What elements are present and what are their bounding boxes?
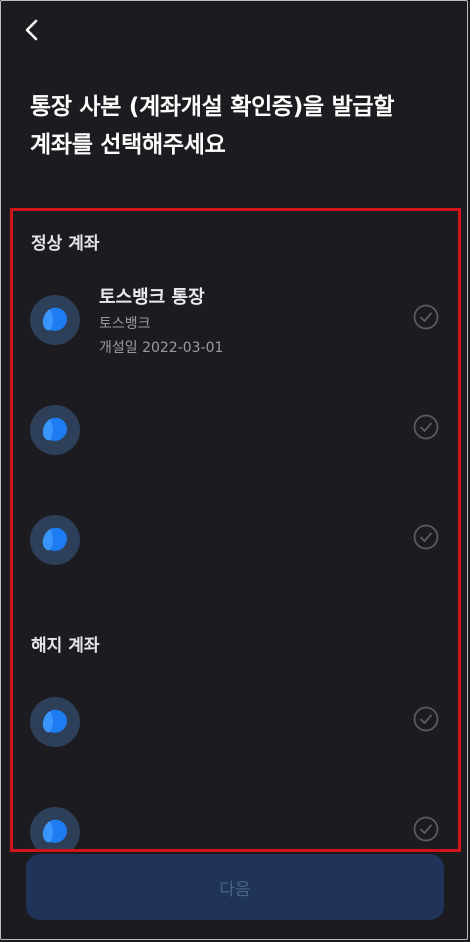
account-name: 토스뱅크 통장 xyxy=(99,287,205,308)
check-circle-icon[interactable] xyxy=(413,414,439,440)
back-button[interactable] xyxy=(18,16,46,44)
account-row[interactable] xyxy=(13,673,458,765)
account-row[interactable] xyxy=(13,783,458,849)
bank-logo-icon xyxy=(30,807,80,849)
bank-logo-icon xyxy=(30,515,80,565)
check-circle-icon[interactable] xyxy=(413,816,439,842)
bank-logo-icon xyxy=(30,405,80,455)
page-title: 통장 사본 (계좌개설 확인증)을 발급할 계좌를 선택해주세요 xyxy=(30,88,450,164)
section-header-closed: 해지 계좌 xyxy=(31,636,100,656)
chevron-left-icon xyxy=(25,19,38,41)
account-row[interactable]: 토스뱅크 통장 토스뱅크 개설일 2022-03-01 xyxy=(13,271,458,363)
check-circle-icon[interactable] xyxy=(413,304,439,330)
section-header-active: 정상 계좌 xyxy=(31,234,100,254)
title-line-2: 계좌를 선택해주세요 xyxy=(30,132,226,158)
account-list-highlight: 정상 계좌 토스뱅크 통장 토스뱅크 개설일 2022-03-01 해지 계좌 xyxy=(10,208,461,852)
next-button[interactable]: 다음 xyxy=(26,854,444,920)
title-line-1: 통장 사본 (계좌개설 확인증)을 발급할 xyxy=(30,94,395,120)
check-circle-icon[interactable] xyxy=(413,524,439,550)
bank-logo-icon xyxy=(30,697,80,747)
account-bank: 토스뱅크 xyxy=(99,316,151,332)
account-row[interactable] xyxy=(13,381,458,473)
account-row[interactable] xyxy=(13,491,458,583)
bank-logo-icon xyxy=(30,295,80,345)
check-circle-icon[interactable] xyxy=(413,706,439,732)
account-opened-date: 개설일 2022-03-01 xyxy=(99,340,224,356)
